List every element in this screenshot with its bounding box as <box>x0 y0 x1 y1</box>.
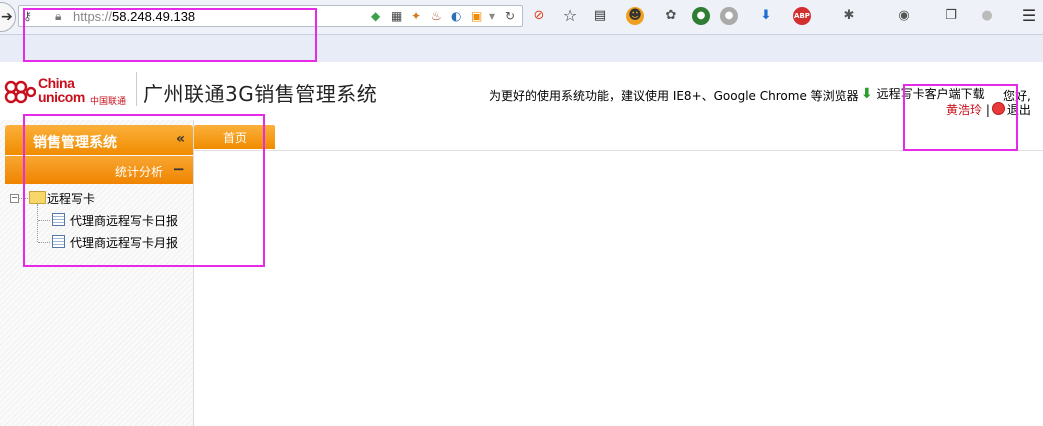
browser-toolbar: ➔ ⚷ 🔒︎ https://58.248.49.138 ◆ ▦ ✦ ♨ ◐ ▣… <box>0 0 1043 35</box>
panel-title: 销售管理系统 <box>33 135 117 151</box>
java-icon[interactable]: ♨ <box>431 9 442 23</box>
nav-tree: − 远程写卡 代理商远程写卡日报 代理商远程写卡月报 <box>0 184 193 264</box>
back-button[interactable]: ➔ <box>0 2 16 32</box>
tab-home[interactable]: 首页 <box>194 125 275 149</box>
bookmark-star-icon[interactable]: ☆ <box>561 7 579 25</box>
china-unicom-logo: China unicom 中国联通 <box>2 74 134 108</box>
unicom-knot-icon <box>4 80 36 104</box>
block-icon[interactable]: ⊘ <box>530 7 548 25</box>
tree-connector <box>37 204 38 242</box>
logout-link[interactable]: 退出 <box>1007 103 1031 117</box>
window-icon[interactable]: ❐ <box>942 7 960 25</box>
folder-icon <box>29 191 46 204</box>
tag-icon[interactable]: ▣ <box>471 9 482 23</box>
tree-connector <box>19 198 28 199</box>
main-content <box>194 151 1043 426</box>
report-icon <box>52 213 65 226</box>
tree-toggle-icon[interactable]: − <box>10 194 19 203</box>
reload-icon[interactable]: ↻ <box>505 9 515 23</box>
tree-connector <box>38 220 50 221</box>
fox-icon[interactable]: ✦ <box>411 9 421 23</box>
left-panel: 销售管理系统 « 统计分析 − − 远程写卡 代理商远程写卡日报 代理商远程写卡… <box>0 120 194 426</box>
eye-icon[interactable]: ◉ <box>895 7 913 25</box>
menu-icon[interactable]: ☰ <box>1020 7 1038 25</box>
browser-hint: 为更好的使用系统功能，建议使用 IE8+、Google Chrome 等浏览器 <box>489 89 859 103</box>
download-icon: ⬇ <box>861 86 873 102</box>
url-text[interactable]: https://58.248.49.138 <box>73 9 195 24</box>
bug-icon[interactable]: ✱ <box>840 7 858 25</box>
palette-icon[interactable]: ✿ <box>662 7 680 25</box>
download-arrow-icon[interactable]: ⬇ <box>757 7 775 25</box>
reading-list-icon[interactable]: ▤ <box>591 7 609 25</box>
circle-icon[interactable]: ● <box>978 7 996 25</box>
extension-icon[interactable]: ☻ <box>626 7 644 25</box>
browser-bookmarks-bar <box>0 35 1043 62</box>
tree-item-daily-report[interactable]: 代理商远程写卡日报 <box>70 212 178 229</box>
tree-connector <box>38 242 50 243</box>
grey-extension-icon[interactable]: ● <box>720 7 738 25</box>
swirl-icon[interactable]: ◐ <box>451 9 461 23</box>
logo-divider <box>136 72 137 106</box>
section-label: 统计分析 <box>115 165 164 179</box>
green-extension-icon[interactable]: ● <box>692 7 710 25</box>
panel-title-bar: 销售管理系统 « <box>5 125 193 155</box>
dropdown-icon[interactable]: ▾ <box>489 9 495 23</box>
key-icon: ⚷ <box>23 9 32 23</box>
shield-icon[interactable]: ◆ <box>371 9 380 23</box>
report-icon <box>52 235 65 248</box>
lock-icon: 🔒︎ <box>55 9 62 23</box>
collapse-icon[interactable]: « <box>176 131 185 147</box>
app-header: China unicom 中国联通 广州联通3G销售管理系统 为更好的使用系统功… <box>0 62 1043 120</box>
tab-strip: 首页 <box>194 120 1043 151</box>
tab-home-label: 首页 <box>223 131 248 145</box>
url-bar[interactable]: ⚷ 🔒︎ https://58.248.49.138 ◆ ▦ ✦ ♨ ◐ ▣ ▾… <box>18 5 523 27</box>
separator: | <box>985 103 990 117</box>
back-arrow-icon: ➔ <box>1 9 13 25</box>
system-title: 广州联通3G销售管理系统 <box>143 82 378 106</box>
logout-icon[interactable] <box>991 102 1005 115</box>
tree-item-monthly-report[interactable]: 代理商远程写卡月报 <box>70 234 178 251</box>
section-stats-header[interactable]: 统计分析 − <box>5 156 193 184</box>
user-info: 黄浩玲 | 退出 <box>946 101 1031 118</box>
user-name: 黄浩玲 <box>946 103 983 117</box>
qr-icon[interactable]: ▦ <box>391 9 402 23</box>
tree-folder-label[interactable]: 远程写卡 <box>47 190 95 207</box>
client-download-link[interactable]: ⬇ 远程写卡客户端下载 <box>861 85 985 102</box>
adblock-icon[interactable]: ABP <box>793 7 811 25</box>
section-collapse-icon[interactable]: − <box>172 160 185 178</box>
